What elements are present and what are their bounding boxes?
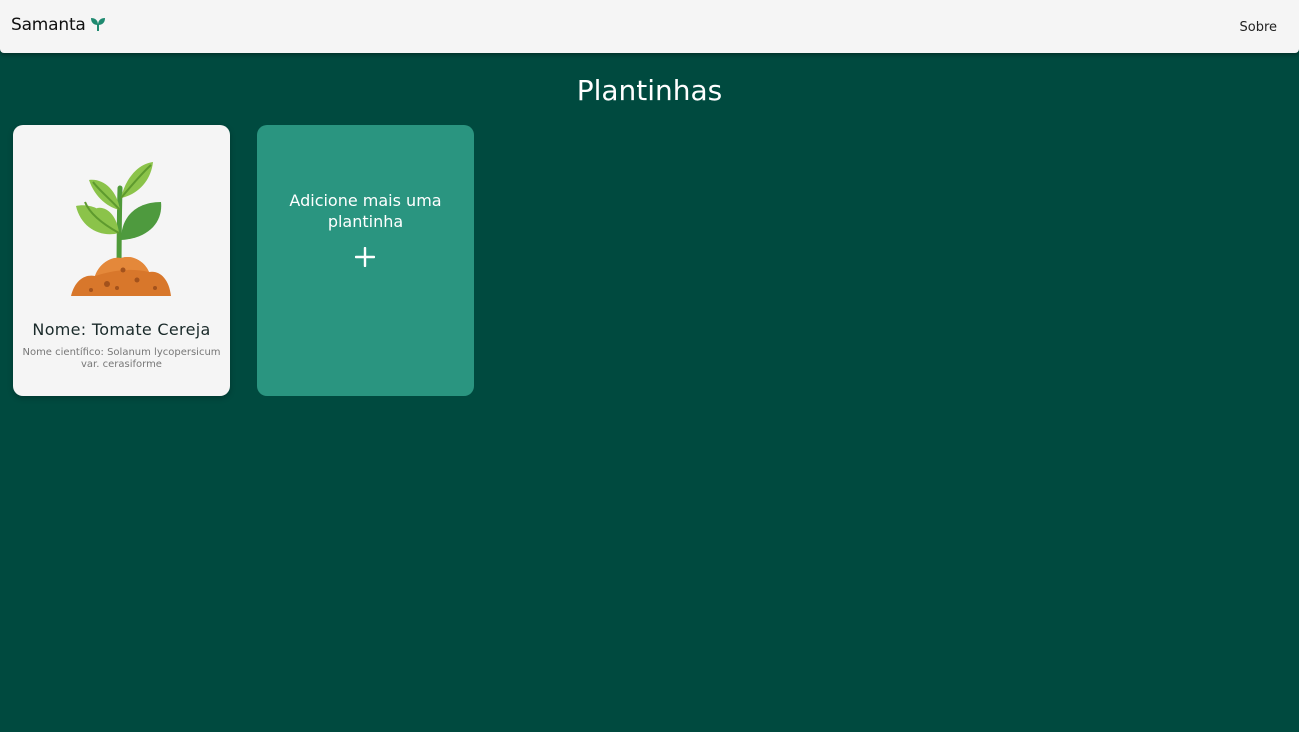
plant-name: Nome: Tomate Cereja	[32, 320, 211, 339]
brand-logo-link[interactable]: Samanta	[11, 15, 106, 35]
sprout-icon	[90, 18, 105, 31]
plus-icon	[355, 247, 375, 267]
plant-scientific-name: Nome científico: Solanum lycopersicum va…	[22, 347, 221, 370]
page-title: Plantinhas	[576, 74, 723, 107]
plant-card[interactable]: Nome: Tomate Cereja Nome científico: Sol…	[13, 125, 230, 396]
plant-in-soil-icon	[71, 162, 171, 296]
top-navbar: Samanta Sobre	[0, 0, 1299, 53]
nav-link-about[interactable]: Sobre	[1239, 20, 1277, 35]
add-plant-card[interactable]: Adicione mais uma plantinha	[257, 125, 474, 396]
add-plant-label: Adicione mais uma plantinha	[289, 191, 442, 231]
brand-name: Samanta	[11, 15, 86, 35]
